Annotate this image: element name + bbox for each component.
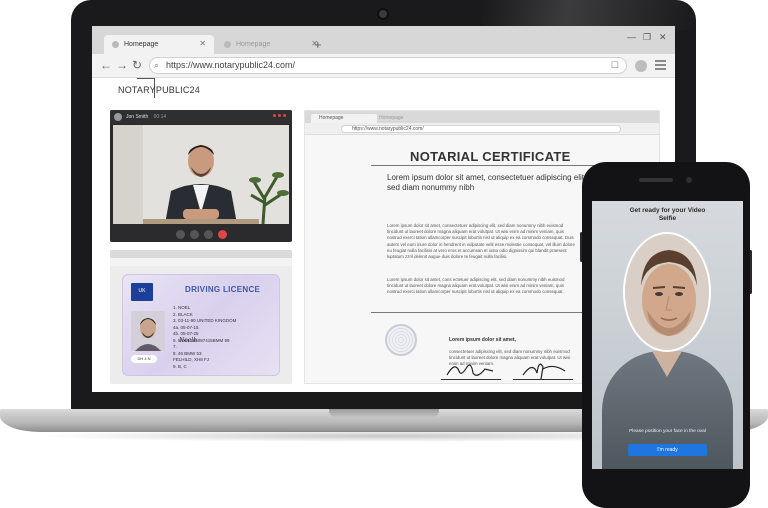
back-arrow-icon[interactable]: ←: [100, 58, 112, 72]
reload-icon[interactable]: ↻: [132, 58, 142, 72]
selfie-heading: Get ready for your Video Selfie: [592, 207, 743, 223]
certificate-paragraph: Lorem ipsum dolor sit amet, consectetuer…: [387, 223, 575, 260]
eu-flag-icon: UK: [131, 283, 153, 301]
forward-arrow-icon[interactable]: →: [116, 58, 128, 72]
url-text: https://www.notarypublic24.com/: [166, 60, 296, 70]
tab-label: Homepage: [124, 41, 159, 48]
close-window-icon[interactable]: ✕: [659, 32, 667, 43]
screen-share-icon[interactable]: [203, 229, 213, 239]
phone-front-camera: [686, 177, 692, 183]
tab-homepage[interactable]: Homepage ✕: [104, 35, 214, 54]
call-duration: 00:14: [153, 114, 167, 120]
video-call-panel: Jon Smith 00:14: [110, 110, 292, 242]
driving-licence-card: UK DRIVING LICENCE 1. NOEL 2. BLACK 3. 0…: [122, 274, 280, 376]
browser-toolbar: ← → ↻ ⌕ https://www.notarypublic24.com/ …: [92, 54, 675, 78]
selfie-face-oval: [623, 232, 711, 352]
menu-icon[interactable]: [655, 60, 666, 70]
address-bar[interactable]: ⌕ https://www.notarypublic24.com/ ☐: [149, 57, 627, 74]
selfie-instruction: Please position your face in the oval: [629, 429, 706, 434]
mini-tab-homepage[interactable]: Homepage: [311, 114, 377, 123]
section-rule: [371, 312, 597, 313]
certificate-lead: Lorem ipsum dolor sit amet, consectetuer…: [387, 173, 587, 192]
notary-seal-icon: [385, 324, 417, 356]
licence-signature: Noelh: [179, 337, 198, 344]
microphone-icon[interactable]: [189, 229, 199, 239]
laptop-notch: [329, 409, 439, 418]
phone-speaker: [639, 178, 673, 182]
licence-field: 3. 03-11-90 UNITED KINGDOM: [173, 318, 237, 323]
notary-video-feed: [113, 125, 289, 224]
minimize-icon[interactable]: —: [627, 32, 636, 42]
tab-label: Homepage: [236, 41, 271, 48]
signature-line: [513, 379, 573, 380]
tab-homepage-inactive[interactable]: Homepage ✕: [216, 35, 326, 54]
certificate-title: NOTARIAL CERTIFICATE: [410, 149, 571, 164]
certificate-paragraph: Lorem ipsum dolor sit amet, cons ectetue…: [387, 277, 565, 295]
bookmark-icon[interactable]: ☐: [611, 58, 619, 73]
hero-illustration: Homepage ✕ Homepage ✕ + — ❐ ✕ ← → ↻ ⌕ ht…: [0, 0, 768, 508]
favicon-icon: [224, 41, 231, 48]
site-logo[interactable]: NOTARYPUBLIC24: [118, 85, 200, 95]
laptop-camera: [377, 8, 389, 20]
video-call-header: Jon Smith 00:14: [110, 110, 292, 124]
mini-tab-bar: [110, 250, 292, 258]
licence-photo: [131, 311, 165, 351]
signature-2-icon: [522, 363, 566, 380]
selfie-heading-text: Get ready for your Video Selfie: [629, 207, 706, 222]
new-tab-button[interactable]: +: [314, 37, 322, 52]
caller-avatar: [114, 113, 122, 121]
signature-line: [441, 379, 501, 380]
options-dots-icon[interactable]: [273, 114, 286, 117]
close-tab-icon[interactable]: ✕: [199, 39, 206, 48]
licence-title: DRIVING LICENCE: [185, 285, 261, 294]
camera-toggle-icon[interactable]: [175, 229, 185, 239]
browser-tab-bar: Homepage ✕ Homepage ✕ + — ❐ ✕: [92, 26, 675, 54]
mini-tab-homepage-inactive[interactable]: Homepage: [379, 114, 403, 123]
phone-screen: Get ready for your Video Selfie Please p…: [592, 201, 743, 469]
licence-field: 9. B, C: [173, 363, 187, 369]
caller-name: Jon Smith: [126, 114, 149, 120]
search-icon: ⌕: [154, 60, 160, 70]
licence-badge: DH 4 N: [131, 355, 157, 363]
licence-country-code: UK: [138, 288, 146, 294]
maximize-icon[interactable]: ❐: [643, 32, 651, 43]
title-rule: [371, 165, 597, 166]
signature-heading: Lorem ipsum dolor sit amet,: [449, 337, 516, 343]
favicon-icon: [112, 41, 119, 48]
im-ready-button[interactable]: I'm ready: [628, 444, 707, 456]
mini-tab-bar: Homepage Homepage: [305, 111, 659, 123]
mini-address-bar: [110, 258, 292, 266]
mini-url[interactable]: https://www.notarypublic24.com/: [341, 125, 621, 133]
document-preview-panel: UK DRIVING LICENCE 1. NOEL 2. BLACK 3. 0…: [110, 250, 292, 384]
mini-address-bar: https://www.notarypublic24.com/: [305, 123, 659, 135]
call-controls: [110, 226, 292, 242]
end-call-icon[interactable]: [217, 229, 227, 239]
signature-1-icon: [446, 364, 494, 376]
profile-avatar-icon[interactable]: [635, 60, 647, 72]
